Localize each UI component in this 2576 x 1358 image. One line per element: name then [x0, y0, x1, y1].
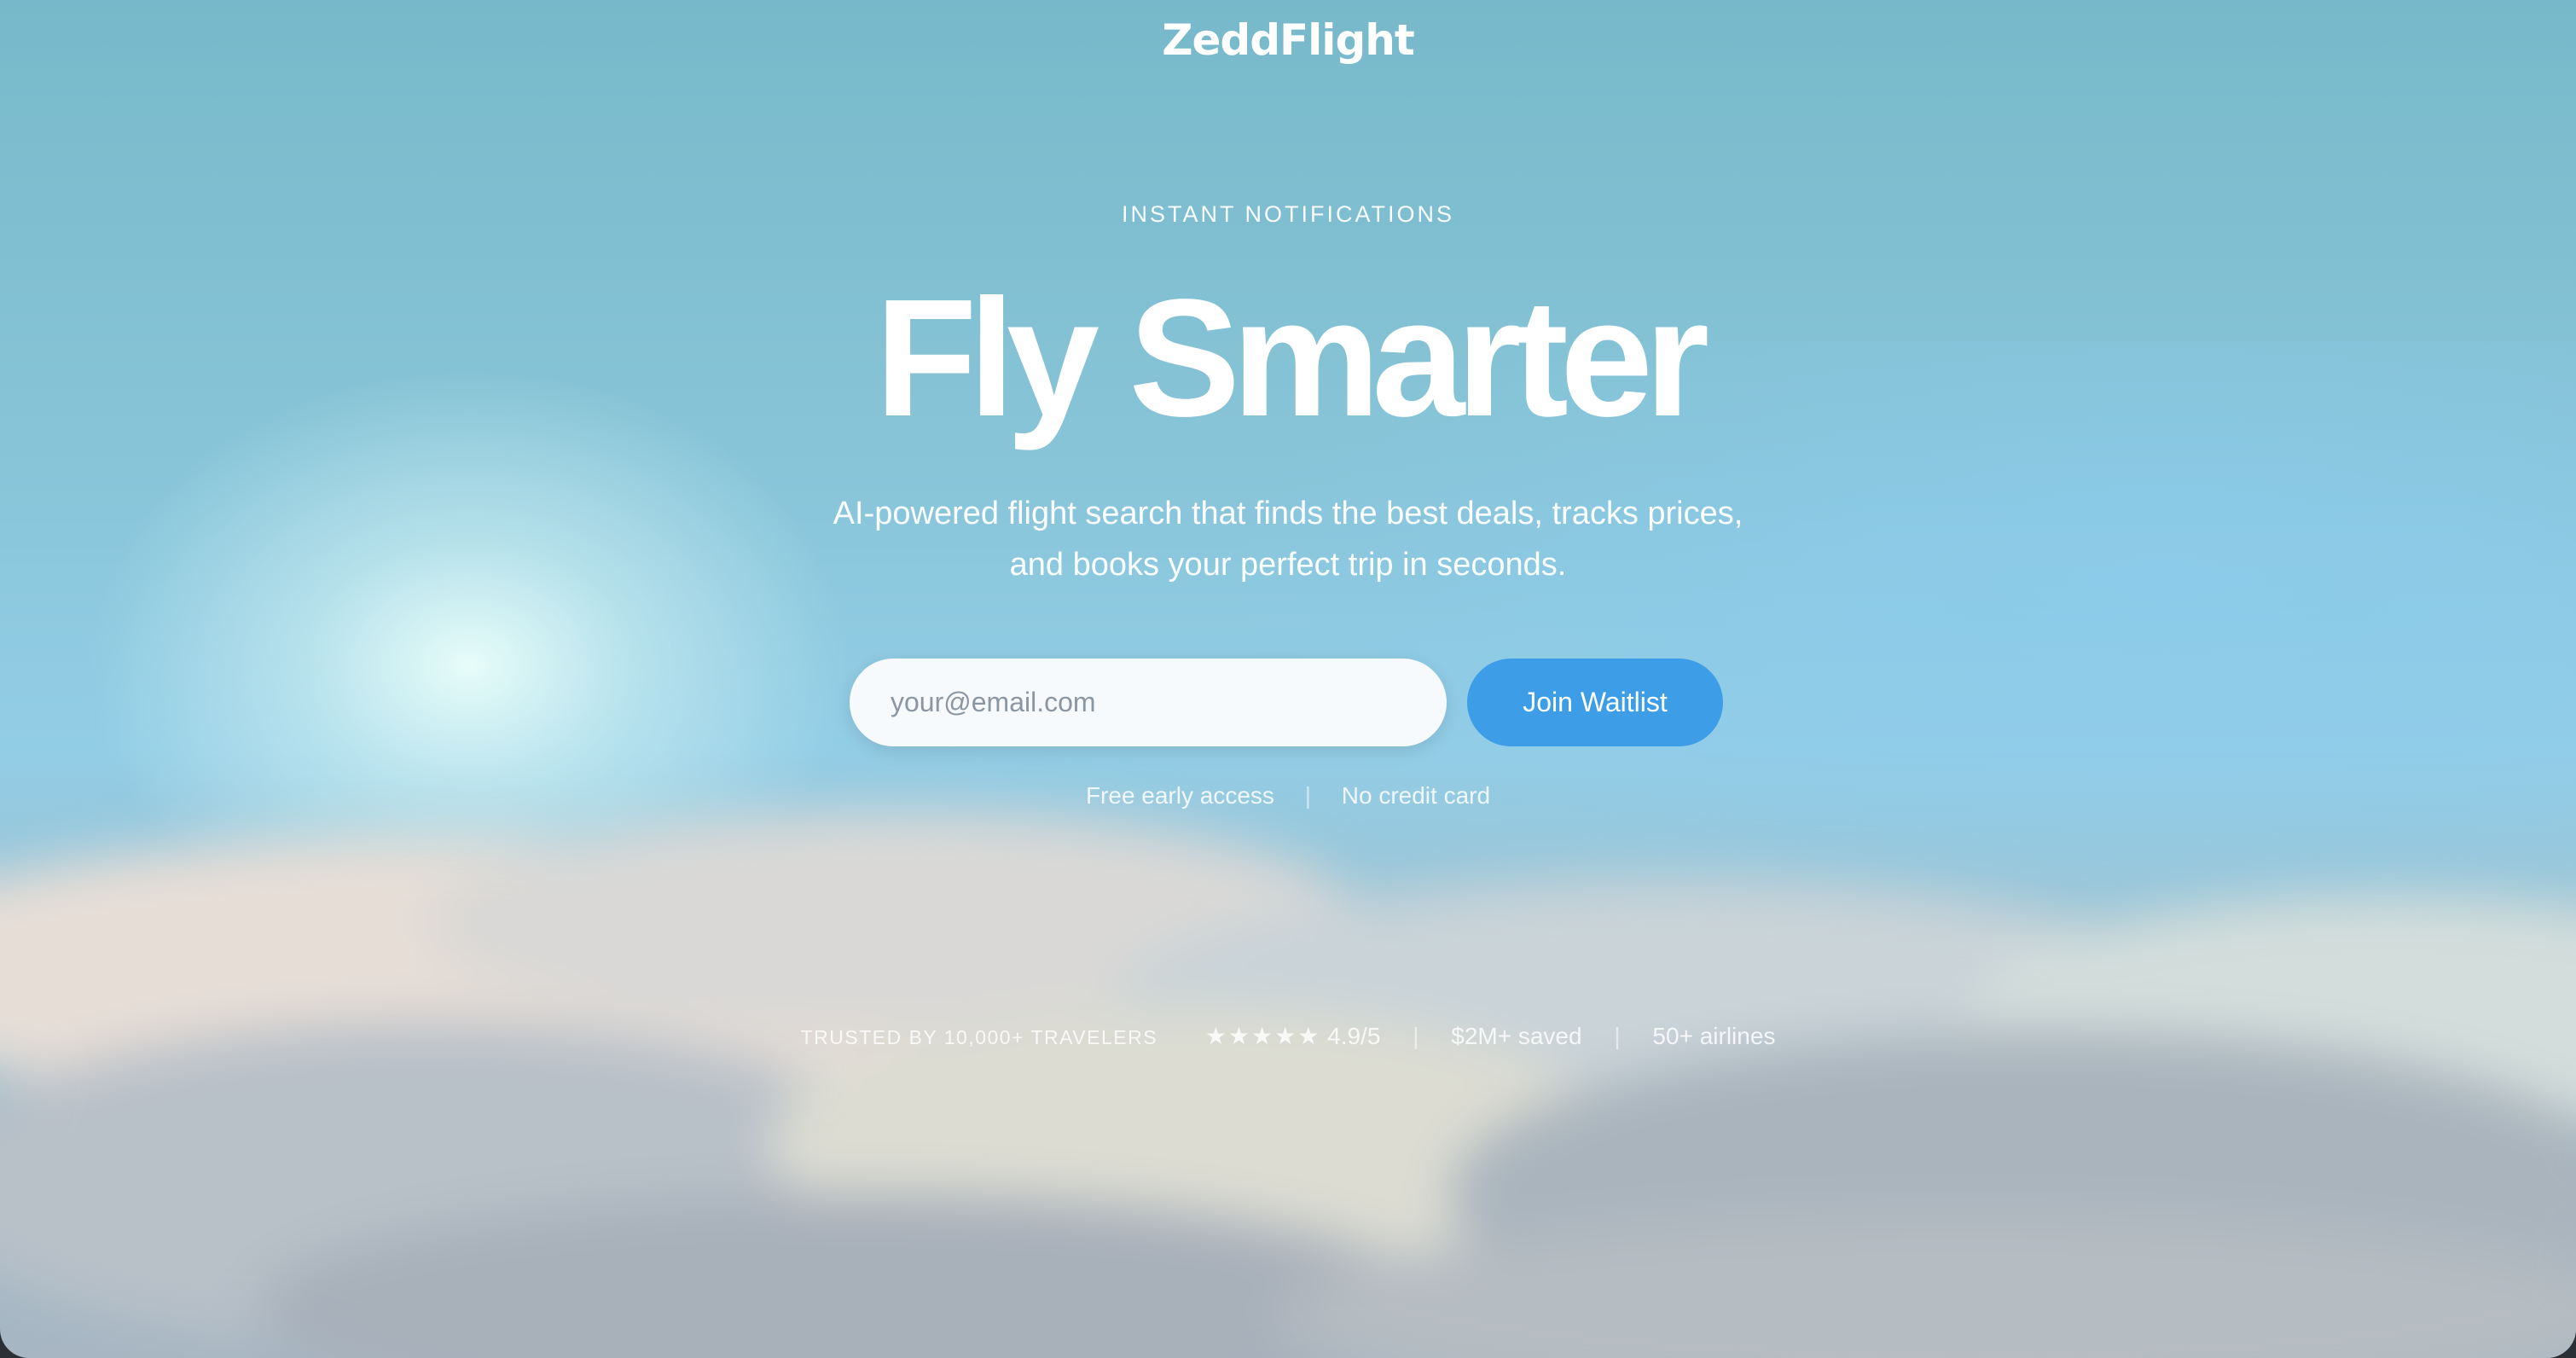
hero-content: ZeddFlight INSTANT NOTIFICATIONS Fly Sma… — [0, 0, 2576, 1358]
trust-bar: TRUSTED BY 10,000+ TRAVELERS ★★★★★ 4.9/5… — [0, 1022, 2576, 1050]
savings-stat: $2M+ saved — [1451, 1023, 1582, 1049]
email-field[interactable] — [850, 659, 1447, 746]
divider: | — [1413, 1023, 1419, 1049]
star-rating-icon: ★★★★★ — [1204, 1023, 1321, 1049]
join-waitlist-button[interactable]: Join Waitlist — [1467, 659, 1723, 746]
signup-perks: Free early access | No credit card — [0, 782, 2576, 810]
landing-page: ZeddFlight INSTANT NOTIFICATIONS Fly Sma… — [0, 0, 2576, 1358]
subtitle-line-2: and books your perfect trip in seconds. — [1009, 547, 1567, 583]
divider: | — [1614, 1023, 1621, 1049]
rating-value: 4.9/5 — [1327, 1023, 1381, 1049]
perk-free-early-access: Free early access — [1085, 782, 1274, 809]
subtitle-line-1: AI-powered flight search that finds the … — [833, 496, 1743, 531]
hero-subtitle: AI-powered flight search that finds the … — [776, 488, 1800, 590]
airlines-stat: 50+ airlines — [1652, 1023, 1776, 1049]
trust-label: TRUSTED BY 10,000+ TRAVELERS — [800, 1026, 1158, 1048]
page-title: Fly Smarter — [874, 264, 1709, 451]
eyebrow-text: INSTANT NOTIFICATIONS — [1121, 201, 1454, 227]
brand-logo[interactable]: ZeddFlight — [0, 15, 2576, 65]
perk-no-credit-card: No credit card — [1341, 782, 1491, 809]
divider: | — [1304, 782, 1311, 809]
